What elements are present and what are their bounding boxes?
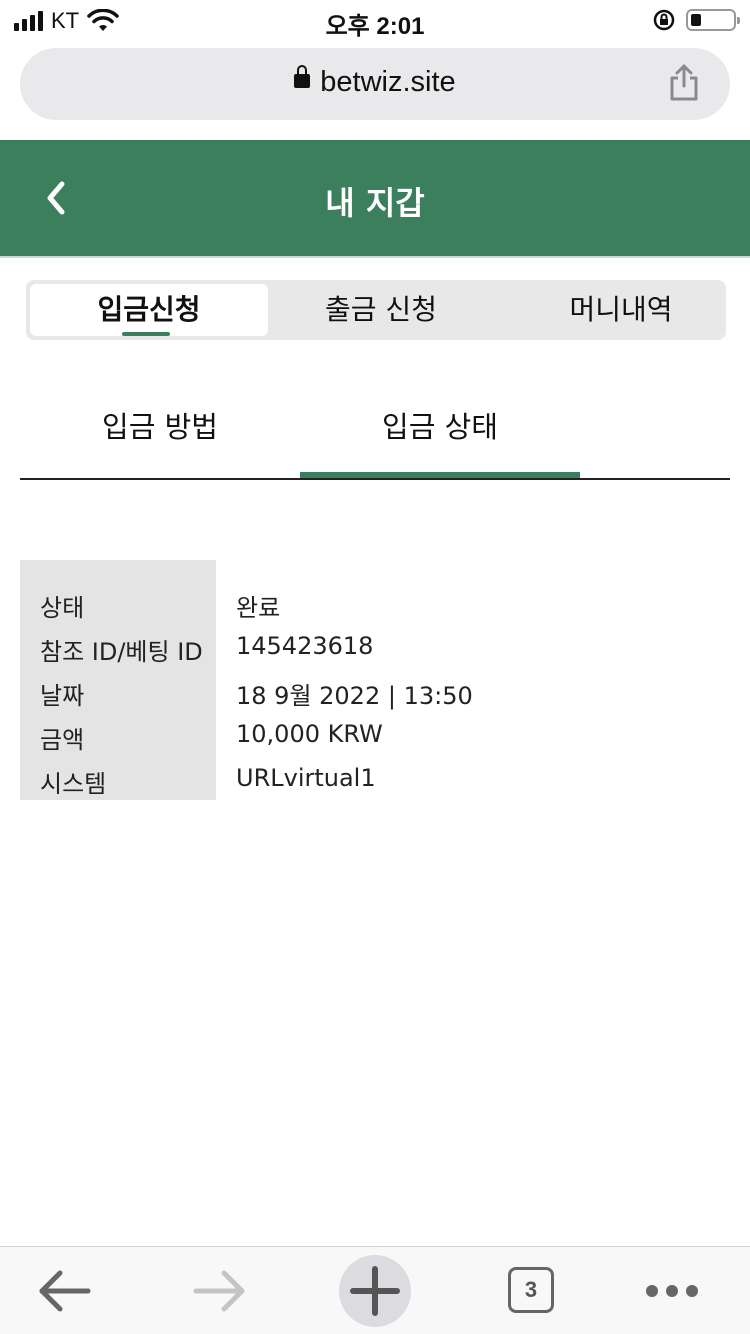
detail-value-status: 완료 [236,594,281,622]
detail-value-amount: 10,000 KRW [236,720,383,748]
detail-value-date: 18 9월 2022 | 13:50 [236,682,473,710]
deposit-sub-tabs: 입금 방법 입금 상태 [20,380,730,480]
back-arrow-icon[interactable] [28,1255,100,1327]
plus-icon [350,1266,400,1316]
deposit-status-details: 상태 완료 참조 ID/베팅 ID 145423618 날짜 18 9월 202… [20,560,730,800]
status-right [652,8,740,32]
page-title: 내 지갑 [325,184,425,222]
battery-level [691,14,701,26]
address-bar[interactable]: betwiz.site [20,48,730,120]
segment-money-history[interactable]: 머니내역 [502,284,740,336]
tabs-button[interactable]: 3 [508,1267,554,1313]
detail-label-system: 시스템 [40,770,107,798]
new-tab-button[interactable] [339,1255,411,1327]
segment-active-underline [122,332,170,336]
url-text: betwiz.site [320,66,456,98]
detail-value-reference-id: 145423618 [236,632,374,660]
tab-deposit-status[interactable]: 입금 상태 [300,404,580,446]
segment-label: 입금신청 [97,293,201,326]
clock: 오후 2:01 [325,13,425,40]
detail-label-amount: 금액 [40,726,85,754]
segment-label: 머니내역 [569,293,673,326]
wallet-segment-control: 입금신청 출금 신청 머니내역 [26,280,726,340]
share-icon[interactable] [668,62,700,102]
browser-toolbar: 3 [0,1246,750,1334]
status-bar: KT 오후 2:01 [0,0,750,40]
url-display[interactable]: betwiz.site [20,65,730,99]
segment-label: 출금 신청 [325,293,437,326]
lock-icon [294,65,311,89]
segment-deposit-request[interactable]: 입금신청 [30,284,268,336]
tab-active-indicator [300,472,580,478]
detail-value-system: URLvirtual1 [236,764,376,792]
segment-withdraw-request[interactable]: 출금 신청 [262,284,500,336]
forward-arrow-icon[interactable] [184,1255,256,1327]
orientation-lock-icon [653,9,675,31]
more-icon[interactable] [636,1255,708,1327]
battery-icon [686,9,740,31]
tab-deposit-method[interactable]: 입금 방법 [20,404,300,446]
detail-label-date: 날짜 [40,682,85,710]
detail-label-reference-id: 참조 ID/베팅 ID [40,638,203,666]
app-header: 내 지갑 [0,140,750,258]
detail-label-status: 상태 [40,594,85,622]
